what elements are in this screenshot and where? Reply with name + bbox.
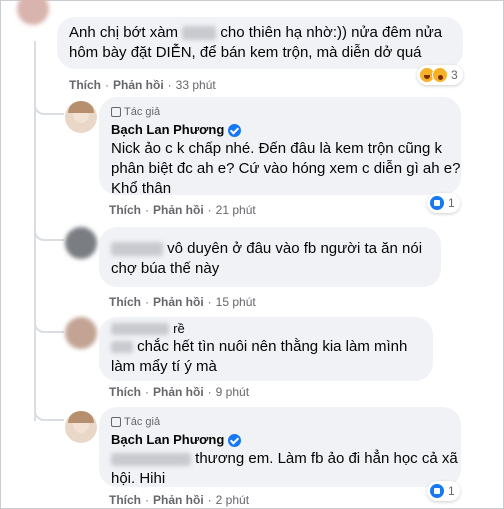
avatar[interactable] <box>65 101 97 133</box>
comment-bubble: Tác giả Bạch Lan Phương thương em. Làm f… <box>99 407 461 487</box>
comment-bubble: rề chắc hết tìn nuôi nên thằng kia làm m… <box>99 317 433 381</box>
timestamp[interactable]: 2 phút <box>216 493 249 507</box>
comment-actions: Thích · Phản hồi · 15 phút <box>109 295 256 309</box>
author-badge-icon <box>111 417 121 427</box>
author-name-row: Bạch Lan Phương <box>111 431 449 449</box>
comment-bubble: Tác giả Bạch Lan Phương Nick ảo c k chấp… <box>99 97 461 197</box>
comment-text: cho thiên hạ nhờ:)) nửa đêm nửa <box>220 24 443 41</box>
redacted-name <box>111 323 169 336</box>
verified-icon <box>228 433 242 447</box>
timestamp[interactable]: 33 phút <box>176 78 216 92</box>
avatar[interactable] <box>65 411 97 443</box>
author-badge: Tác giả <box>111 105 449 119</box>
reply-connector <box>34 97 64 115</box>
reaction-count: 1 <box>448 196 455 210</box>
comment-text: hôm bày đặt DIỄN, để bán kem trộn, mà di… <box>69 44 422 61</box>
author-badge-label: Tác giả <box>124 416 161 428</box>
reply-link[interactable]: Phản hồi <box>153 385 204 399</box>
like-icon <box>429 483 445 499</box>
reply-link[interactable]: Phản hồi <box>153 295 204 309</box>
author-name[interactable]: Bạch Lan Phương <box>111 121 224 139</box>
comment-text: hội. Hihi <box>111 470 166 487</box>
reaction-summary[interactable]: 3 <box>417 65 463 85</box>
reaction-count: 1 <box>448 484 455 498</box>
avatar[interactable] <box>17 0 49 25</box>
redacted-name <box>111 242 163 257</box>
comment-actions: Thích · Phản hồi · 2 phút <box>109 493 250 507</box>
redacted-word <box>182 26 217 41</box>
redacted-name <box>111 341 133 354</box>
verified-icon <box>228 123 242 137</box>
timestamp[interactable]: 9 phút <box>216 385 249 399</box>
reply-link[interactable]: Phản hồi <box>153 203 204 217</box>
comment-actions: Thích · Phản hồi · 9 phút <box>109 385 250 399</box>
reply-link[interactable]: Phản hồi <box>113 78 164 92</box>
comment-actions: Thích · Phản hồi · 33 phút <box>69 78 216 92</box>
comment-text: Nick ảo c k chấp nhé. Đến đâu là kem trộ… <box>111 140 443 157</box>
comment-actions: Thích · Phản hồi · 21 phút <box>109 203 256 217</box>
author-name-fragment: rề <box>173 321 185 336</box>
timestamp[interactable]: 21 phút <box>216 203 256 217</box>
reply-link[interactable]: Phản hồi <box>153 493 204 507</box>
timestamp[interactable]: 15 phút <box>216 295 256 309</box>
wow-icon <box>432 67 448 83</box>
reply-connector <box>34 223 64 241</box>
comment-text: thương em. Làm fb ảo đi hẳn học cả xã <box>195 450 458 467</box>
avatar[interactable] <box>65 227 97 259</box>
comment-text: vô duyên ở đâu vào fb người ta ăn nói <box>167 240 423 257</box>
author-badge-icon <box>111 107 121 117</box>
like-link[interactable]: Thích <box>69 78 101 92</box>
comment-thread: Anh chị bớt xàm cho thiên hạ nhờ:)) nửa … <box>0 0 504 509</box>
author-badge: Tác giả <box>111 415 449 429</box>
comment-text: Khổ thân <box>111 180 172 197</box>
author-name-row: Bạch Lan Phương <box>111 121 449 139</box>
reply-connector <box>34 403 64 421</box>
author-badge-label: Tác giả <box>124 106 161 118</box>
comment-text: chắc hết tìn nuôi nên thằng kia làm mình <box>137 338 408 355</box>
reaction-summary[interactable]: 1 <box>427 193 460 213</box>
like-link[interactable]: Thích <box>109 295 141 309</box>
comment-text: chợ búa thế này <box>111 260 220 277</box>
avatar[interactable] <box>65 317 97 349</box>
like-link[interactable]: Thích <box>109 493 141 507</box>
reaction-summary[interactable]: 1 <box>427 481 460 501</box>
comment-text: làm mẩy tí ý mà <box>111 358 217 375</box>
comment-text: phân biệt đc ah e? Cứ vào hóng xem c diễ… <box>111 160 461 177</box>
reaction-count: 3 <box>451 68 458 82</box>
like-link[interactable]: Thích <box>109 385 141 399</box>
author-name[interactable]: Bạch Lan Phương <box>111 431 224 449</box>
like-link[interactable]: Thích <box>109 203 141 217</box>
reply-connector <box>34 315 64 333</box>
redacted-name <box>111 452 191 466</box>
comment-bubble: Anh chị bớt xàm cho thiên hạ nhờ:)) nửa … <box>57 17 463 69</box>
like-icon <box>429 195 445 211</box>
comment-bubble: vô duyên ở đâu vào fb người ta ăn nói ch… <box>99 227 441 287</box>
comment-text: Anh chị bớt xàm <box>69 24 179 41</box>
